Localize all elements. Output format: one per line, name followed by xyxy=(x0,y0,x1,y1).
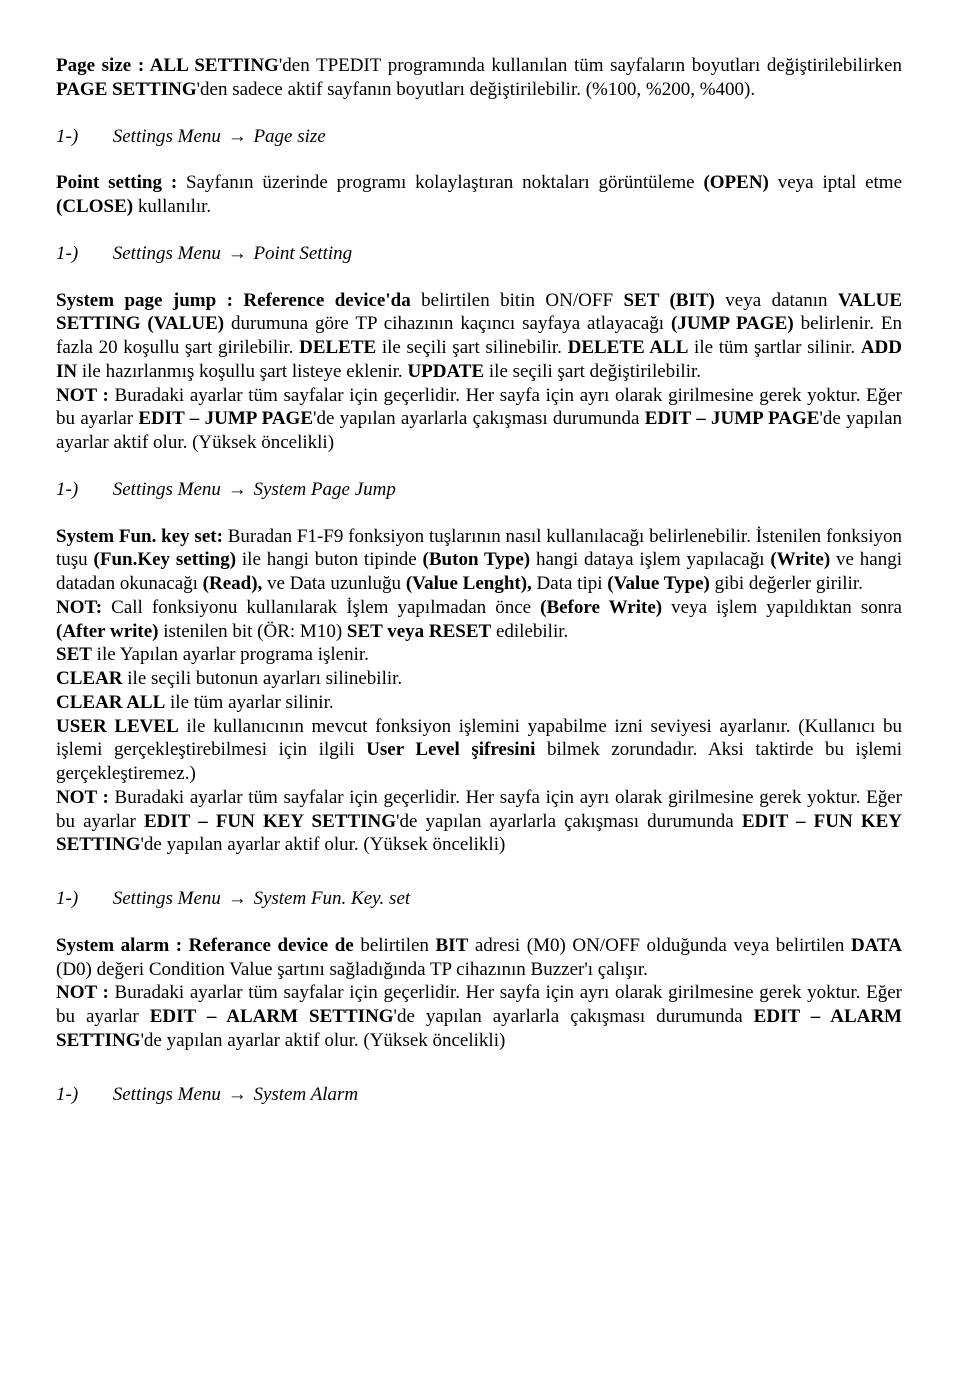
text: belirtilen xyxy=(354,935,436,956)
bold-fun-key-setting: (Fun.Key setting) xyxy=(94,549,237,570)
text: ile seçili butonun ayarları silinebilir. xyxy=(123,668,403,689)
nav-system-alarm: 1-) Settings Menu → System Alarm xyxy=(56,1083,902,1107)
text: veya işlem yapıldıktan sonra xyxy=(662,597,902,618)
bold-after-write: (After write) xyxy=(56,621,159,642)
text: kullanılır. xyxy=(133,196,211,217)
text: Data tipi xyxy=(532,573,607,594)
text: 'de yapılan ayarlarla çakışması durumund… xyxy=(394,1006,754,1027)
nav-number: 1-) xyxy=(56,478,108,502)
bold-not: NOT : xyxy=(56,982,109,1003)
bold-not: NOT : xyxy=(56,385,109,406)
nav-system-fun-key: 1-) Settings Menu → System Fun. Key. set xyxy=(56,887,902,911)
lead-system-fun-key: System Fun. key set: xyxy=(56,526,223,547)
nav-menu: Settings Menu xyxy=(113,126,226,147)
nav-menu: Settings Menu xyxy=(113,243,226,264)
text: ile tüm şartlar silinir. xyxy=(688,337,860,358)
arrow-icon: → xyxy=(228,479,247,500)
arrow-icon: → xyxy=(228,126,247,147)
bold-user-level: USER LEVEL xyxy=(56,716,179,737)
text: belirtilen bitin ON/OFF xyxy=(411,290,624,311)
bold-jump-page: (JUMP PAGE) xyxy=(671,313,794,334)
bold-set-reset: SET veya RESET xyxy=(347,621,491,642)
text: 'de yapılan ayarlar aktif olur. (Yüksek … xyxy=(140,834,505,855)
bold-value-length: (Value Lenght), xyxy=(406,573,532,594)
bold-edit-jump-page-2: EDIT – JUMP PAGE xyxy=(645,408,820,429)
text: veya iptal etme xyxy=(769,172,902,193)
paragraph-page-size: Page size : ALL SETTING'den TPEDIT progr… xyxy=(56,54,902,102)
nav-number: 1-) xyxy=(56,125,108,149)
bold-write: (Write) xyxy=(770,549,830,570)
bold-read: (Read), xyxy=(203,573,263,594)
text: adresi (M0) ON/OFF olduğunda veya belirt… xyxy=(468,935,851,956)
bold-open: (OPEN) xyxy=(703,172,768,193)
text: ile hazırlanmış koşullu şart listeye ekl… xyxy=(77,361,407,382)
nav-system-page-jump: 1-) Settings Menu → System Page Jump xyxy=(56,478,902,502)
bold-delete: DELETE xyxy=(299,337,376,358)
bold-delete-all: DELETE ALL xyxy=(568,337,689,358)
text: ile tüm ayarlar silinir. xyxy=(165,692,333,713)
bold-bit: BIT xyxy=(436,935,469,956)
nav-dest: Page size xyxy=(249,126,326,147)
bold-data: DATA xyxy=(851,935,902,956)
text: 'de yapılan ayarlar aktif olur. (Yüksek … xyxy=(140,1030,505,1051)
bold-close: (CLOSE) xyxy=(56,196,133,217)
bold-not-2: NOT : xyxy=(56,787,109,808)
lead-system-alarm: System alarm : Referance device de xyxy=(56,935,354,956)
text: 'den TPEDIT programında kullanılan tüm s… xyxy=(279,55,902,76)
text: istenilen bit (ÖR: M10) xyxy=(159,621,347,642)
text: veya datanın xyxy=(715,290,838,311)
bold-not: NOT: xyxy=(56,597,102,618)
text: ile hangi buton tipinde xyxy=(236,549,422,570)
bold-edit-alarm-1: EDIT – ALARM SETTING xyxy=(150,1006,394,1027)
nav-menu: Settings Menu xyxy=(113,479,226,500)
bold-edit-fun-key-1: EDIT – FUN KEY SETTING xyxy=(144,811,396,832)
paragraph-system-alarm: System alarm : Referance device de belir… xyxy=(56,934,902,1053)
nav-menu: Settings Menu xyxy=(113,1084,226,1105)
text: durumuna göre TP cihazının kaçıncı sayfa… xyxy=(224,313,671,334)
text: 'den sadece aktif sayfanın boyutları değ… xyxy=(197,79,756,100)
bold-set: SET xyxy=(56,644,92,665)
paragraph-system-fun-key-set: System Fun. key set: Buradan F1-F9 fonks… xyxy=(56,525,902,858)
nav-number: 1-) xyxy=(56,887,108,911)
arrow-icon: → xyxy=(228,243,247,264)
lead-point-setting: Point setting : xyxy=(56,172,177,193)
paragraph-system-page-jump: System page jump : Reference device'da b… xyxy=(56,289,902,455)
paragraph-point-setting: Point setting : Sayfanın üzerinde progra… xyxy=(56,171,902,219)
nav-number: 1-) xyxy=(56,1083,108,1107)
nav-number: 1-) xyxy=(56,242,108,266)
text: 'de yapılan ayarlarla çakışması durumund… xyxy=(313,408,645,429)
text: gibi değerler girilir. xyxy=(710,573,863,594)
nav-page-size: 1-) Settings Menu → Page size xyxy=(56,125,902,149)
bold-set-bit: SET (BIT) xyxy=(623,290,714,311)
text: ve Data uzunluğu xyxy=(262,573,406,594)
text: (D0) değeri Condition Value şartını sağl… xyxy=(56,959,648,980)
text: ile seçili şart değiştirilebilir. xyxy=(484,361,701,382)
nav-dest: System Alarm xyxy=(249,1084,358,1105)
bold-value-type: (Value Type) xyxy=(607,573,710,594)
nav-dest: Point Setting xyxy=(249,243,352,264)
bold-clear-all: CLEAR ALL xyxy=(56,692,165,713)
text: Sayfanın üzerinde programı kolaylaştıran… xyxy=(177,172,703,193)
bold-user-level-pw: User Level şifresini xyxy=(366,739,535,760)
bold-page-setting: PAGE SETTING xyxy=(56,79,197,100)
text: hangi dataya işlem yapılacağı xyxy=(530,549,770,570)
lead-page-size: Page size : ALL SETTING xyxy=(56,55,279,76)
nav-dest: System Fun. Key. set xyxy=(249,888,410,909)
bold-update: UPDATE xyxy=(407,361,484,382)
bold-edit-jump-page-1: EDIT – JUMP PAGE xyxy=(138,408,313,429)
text: 'de yapılan ayarlarla çakışması durumund… xyxy=(396,811,742,832)
bold-buton-type: (Buton Type) xyxy=(423,549,531,570)
text: ile seçili şart silinebilir. xyxy=(376,337,567,358)
arrow-icon: → xyxy=(228,1084,247,1105)
nav-dest: System Page Jump xyxy=(249,479,396,500)
nav-point-setting: 1-) Settings Menu → Point Setting xyxy=(56,242,902,266)
nav-menu: Settings Menu xyxy=(113,888,226,909)
text: ile Yapılan ayarlar programa işlenir. xyxy=(92,644,369,665)
bold-before-write: (Before Write) xyxy=(540,597,662,618)
lead-system-page-jump: System page jump : Reference device'da xyxy=(56,290,411,311)
text: Call fonksiyonu kullanılarak İşlem yapıl… xyxy=(102,597,540,618)
arrow-icon: → xyxy=(228,888,247,909)
text: edilebilir. xyxy=(491,621,568,642)
bold-clear: CLEAR xyxy=(56,668,123,689)
